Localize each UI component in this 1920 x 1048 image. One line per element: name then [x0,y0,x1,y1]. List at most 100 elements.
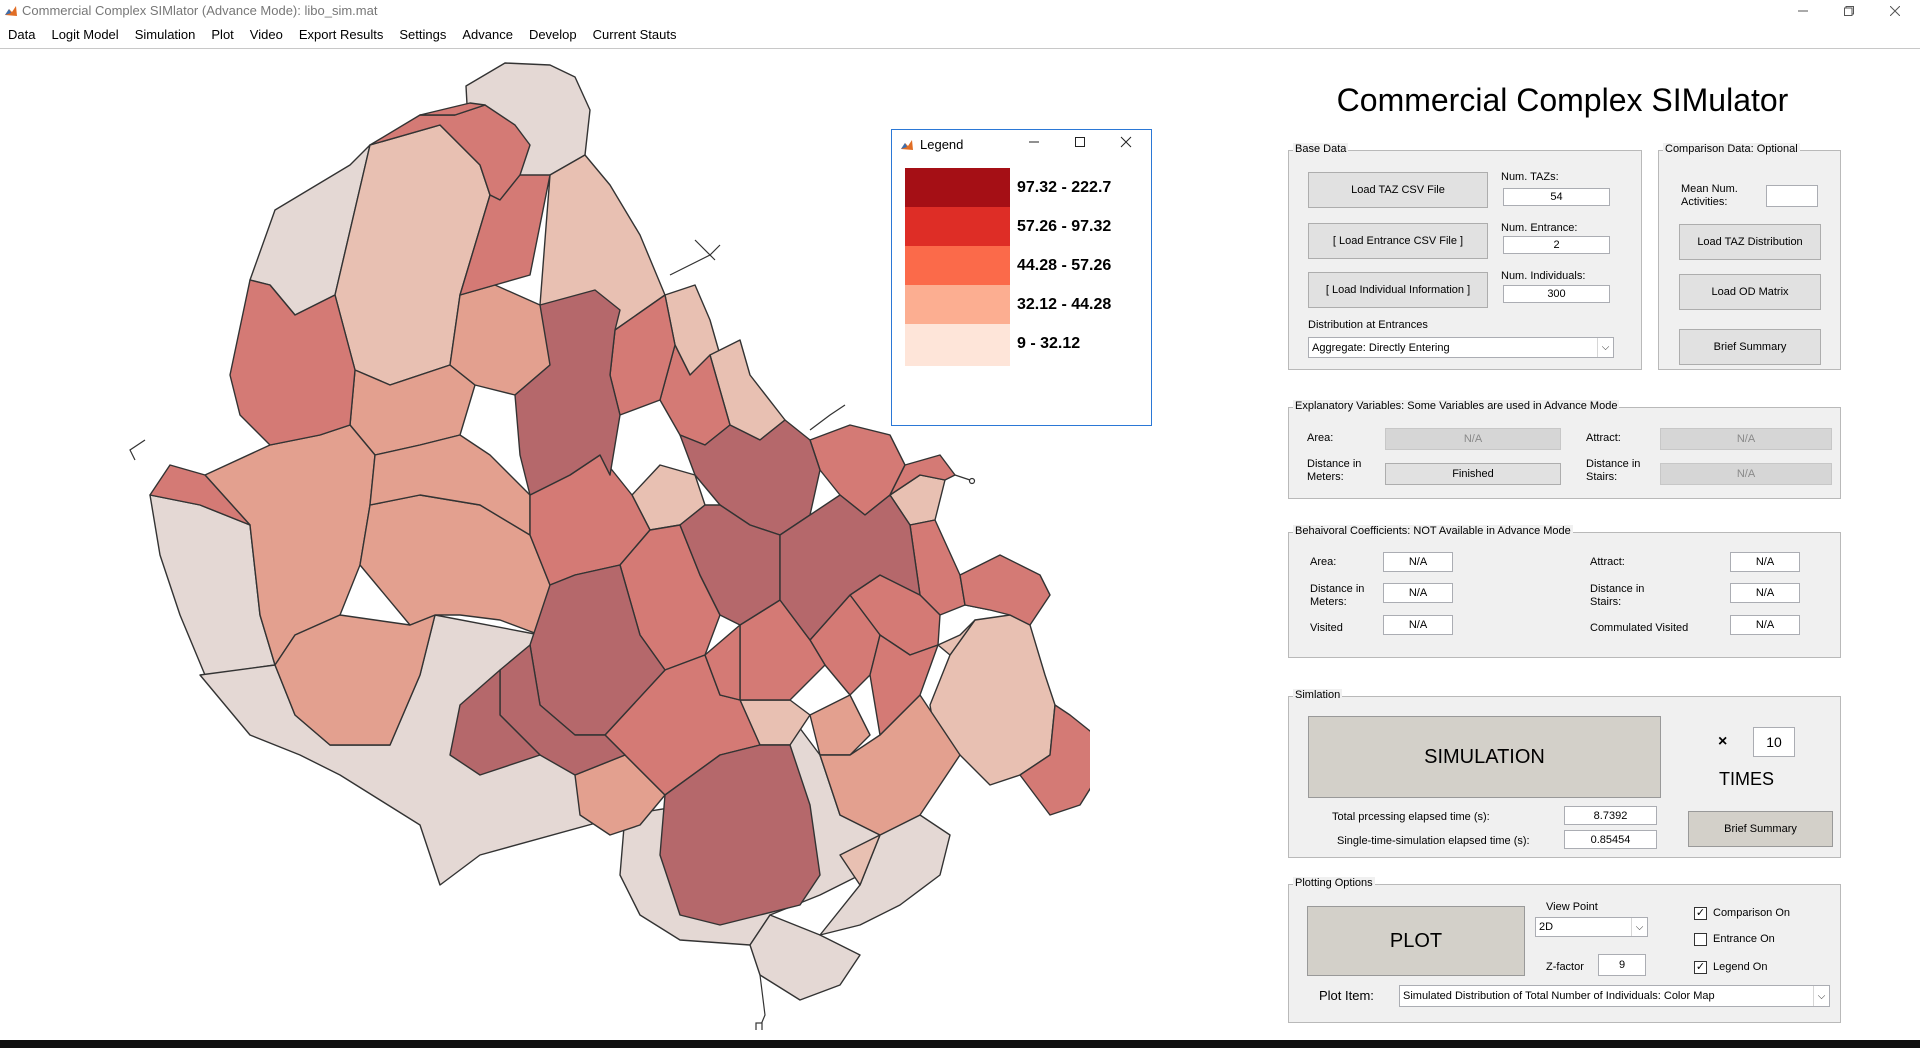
entrance-on-label: Entrance On [1713,933,1775,945]
behavioral-title: Behaivoral Coefficients: NOT Available i… [1293,525,1573,537]
taz-zone [809,694,871,756]
comparison-on-label: Comparison On [1713,907,1791,919]
num-entrance-field[interactable]: 2 [1503,236,1610,254]
beh-attract-field[interactable]: N/A [1730,552,1800,572]
menu-data[interactable]: Data [0,24,43,48]
title-bar: Commercial Complex SIMlator (Advance Mod… [0,0,1920,22]
mean-activities-label-2: Activities: [1681,196,1728,208]
legend-window-title: Legend [920,137,964,152]
plot-button[interactable]: PLOT [1307,906,1525,976]
minimize-icon [1029,141,1039,143]
menu-bar: Data Logit Model Simulation Plot Video E… [0,24,1920,48]
menu-video[interactable]: Video [242,24,291,48]
brief-summary-comparison-button[interactable]: Brief Summary [1679,329,1821,365]
exp-distance-stairs-label-1: Distance in [1586,458,1641,470]
legend-close-button[interactable] [1120,136,1140,152]
chevron-down-icon: ⌵ [1631,918,1647,936]
menu-settings[interactable]: Settings [391,24,454,48]
minimize-button[interactable] [1780,0,1826,22]
load-entrance-csv-button[interactable]: [ Load Entrance CSV File ] [1308,223,1488,259]
legend-swatch [905,324,1010,366]
legend-on-label: Legend On [1713,961,1768,973]
beh-distance-meters-label-1: Distance in [1310,583,1365,595]
plotting-title: Plotting Options [1293,877,1375,889]
simulation-button[interactable]: SIMULATION [1308,716,1661,798]
exp-distance-meters-field[interactable]: Finished [1385,463,1561,485]
distribution-select[interactable]: Aggregate: Directly Entering ⌵ [1308,337,1614,358]
brief-summary-simulation-button[interactable]: Brief Summary [1688,811,1833,847]
close-icon [1120,136,1132,148]
beh-distance-meters-field[interactable]: N/A [1383,583,1453,603]
menu-export-results[interactable]: Export Results [291,24,392,48]
beh-distance-meters-label-2: Meters: [1310,596,1347,608]
plot-item-select[interactable]: Simulated Distribution of Total Number o… [1399,985,1830,1007]
menu-simulation[interactable]: Simulation [127,24,204,48]
total-elapsed-label: Total prcessing elapsed time (s): [1332,811,1490,823]
zfactor-field[interactable]: 9 [1598,954,1646,976]
window-title: Commercial Complex SIMlator (Advance Mod… [22,3,378,18]
beh-attract-label: Attract: [1590,556,1625,568]
exp-distance-meters-label-2: Meters: [1307,471,1344,483]
single-elapsed-field[interactable]: 0.85454 [1564,830,1657,849]
viewpoint-label: View Point [1546,901,1598,913]
beh-area-label: Area: [1310,556,1337,568]
legend-on-checkbox[interactable]: ✓ [1694,961,1707,974]
exp-distance-stairs-label-2: Stairs: [1586,471,1618,483]
num-entrance-label: Num. Entrance: [1501,222,1578,234]
beh-visited-field[interactable]: N/A [1383,615,1453,635]
num-individuals-label: Num. Individuals: [1501,270,1586,282]
simulation-title: Simlation [1293,689,1343,701]
single-elapsed-label: Single-time-simulation elapsed time (s): [1337,835,1530,847]
beh-distance-stairs-field[interactable]: N/A [1730,583,1800,603]
legend-range-label: 9 - 32.12 [1017,335,1081,352]
menu-divider [0,48,1920,49]
menu-develop[interactable]: Develop [521,24,585,48]
exp-distance-stairs-field: N/A [1660,463,1832,485]
times-label: TIMES [1719,769,1775,789]
legend-swatch [905,246,1010,288]
maximize-icon [1075,137,1085,147]
simulation-group: Simlation SIMULATION × 10 TIMES Total pr… [1288,689,1841,858]
beh-cumulated-visited-label: Commulated Visited [1590,622,1689,634]
beh-distance-stairs-label-2: Stairs: [1590,596,1622,608]
num-individuals-field[interactable]: 300 [1503,285,1610,303]
explanatory-title: Explanatory Variables: Some Variables ar… [1293,400,1620,412]
times-field[interactable]: 10 [1753,727,1795,757]
legend-minimize-button[interactable] [1028,136,1048,152]
viewpoint-value: 2D [1539,921,1554,933]
legend-range-label: 32.12 - 44.28 [1017,296,1112,313]
legend-swatch [905,207,1010,249]
comparison-on-checkbox[interactable]: ✓ [1694,907,1707,920]
beh-visited-label: Visited [1310,622,1343,634]
mean-activities-label-1: Mean Num. [1681,183,1738,195]
num-taz-field[interactable]: 54 [1503,188,1610,206]
viewpoint-select[interactable]: 2D ⌵ [1535,917,1648,937]
total-elapsed-field[interactable]: 8.7392 [1564,806,1657,825]
beh-area-field[interactable]: N/A [1383,552,1453,572]
menu-current-status[interactable]: Current Stauts [585,24,685,48]
beh-cumulated-visited-field[interactable]: N/A [1730,615,1800,635]
plotting-options-group: Plotting Options PLOT View Point 2D ⌵ Z-… [1288,877,1841,1023]
exp-area-field: N/A [1385,428,1561,450]
close-button[interactable] [1872,0,1918,22]
legend-window[interactable]: Legend 97.32 - 222.7 57.26 - 97.32 44.28 -… [891,129,1152,426]
exp-distance-meters-label-1: Distance in [1307,458,1362,470]
entrance-on-checkbox[interactable] [1694,933,1707,946]
load-individual-info-button[interactable]: [ Load Individual Information ] [1308,272,1488,308]
num-taz-label: Num. TAZs: [1501,171,1559,183]
maximize-button[interactable] [1826,0,1872,22]
mean-activities-field[interactable] [1766,185,1818,207]
legend-swatch [905,168,1010,210]
plot-item-value: Simulated Distribution of Total Number o… [1403,990,1715,1002]
legend-range-label: 44.28 - 57.26 [1017,257,1112,274]
menu-advance[interactable]: Advance [454,24,521,48]
load-od-matrix-button[interactable]: Load OD Matrix [1679,274,1821,310]
load-taz-csv-button[interactable]: Load TAZ CSV File [1308,172,1488,208]
taskbar [0,1040,1920,1048]
zfactor-label: Z-factor [1546,961,1584,973]
menu-plot[interactable]: Plot [203,24,241,48]
plot-item-label: Plot Item: [1319,988,1374,1003]
menu-logit-model[interactable]: Logit Model [43,24,126,48]
legend-maximize-button[interactable] [1074,136,1094,152]
load-taz-distribution-button[interactable]: Load TAZ Distribution [1679,224,1821,260]
